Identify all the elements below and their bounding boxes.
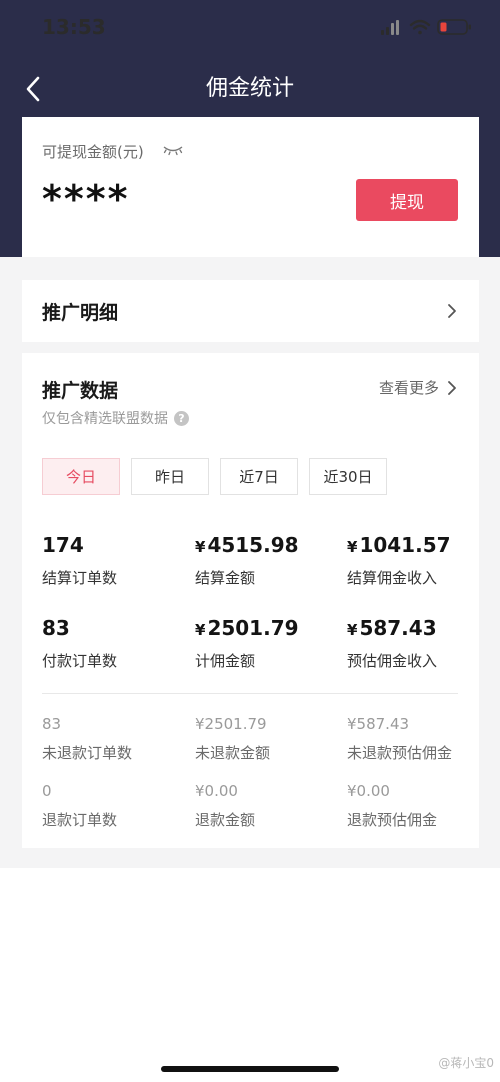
stat-settled-amount: ¥4515.98 结算金额 bbox=[195, 533, 299, 588]
stat-refunded-commission: ¥0.00 退款预估佣金 bbox=[347, 782, 437, 830]
promotion-detail-title: 推广明细 bbox=[42, 301, 119, 324]
stat-estimated-commission: ¥587.43 预估佣金收入 bbox=[347, 616, 437, 671]
eye-closed-icon[interactable] bbox=[163, 144, 183, 156]
battery-icon bbox=[437, 19, 471, 35]
stat-value: 0 bbox=[42, 782, 52, 800]
currency-symbol: ¥ bbox=[347, 621, 358, 639]
stat-value: 2501.79 bbox=[207, 616, 299, 640]
balance-amount: **** bbox=[42, 177, 130, 221]
stat-refunded-amount: ¥0.00 退款金额 bbox=[195, 782, 255, 830]
chevron-right-icon bbox=[448, 380, 456, 395]
stat-paid-orders: 83 付款订单数 bbox=[42, 616, 117, 671]
status-bar: 13:53 bbox=[0, 0, 500, 50]
stat-label: 未退款订单数 bbox=[42, 744, 133, 762]
stat-unrefunded-commission: ¥587.43 未退款预估佣金 bbox=[347, 715, 452, 763]
balance-card: 可提现金额(元) **** 提现 bbox=[22, 117, 479, 257]
view-more-link[interactable]: 查看更多 bbox=[379, 377, 457, 398]
stat-label: 退款订单数 bbox=[42, 811, 118, 829]
tab-today[interactable]: 今日 bbox=[42, 458, 120, 495]
watermark: @蒋小宝0 bbox=[438, 1056, 494, 1070]
stat-unrefunded-orders: 83 未退款订单数 bbox=[42, 715, 132, 763]
stat-label: 退款金额 bbox=[195, 811, 256, 829]
view-more-label: 查看更多 bbox=[378, 379, 439, 397]
currency-symbol: ¥ bbox=[195, 621, 206, 639]
tab-yesterday[interactable]: 昨日 bbox=[131, 458, 209, 495]
stat-label: 退款预估佣金 bbox=[347, 811, 438, 829]
stat-label: 未退款金额 bbox=[195, 744, 271, 762]
stat-value: ¥2501.79 bbox=[195, 715, 267, 733]
stat-label: 计佣金额 bbox=[195, 652, 256, 670]
stat-value: 83 bbox=[42, 616, 70, 640]
stat-settled-orders: 174 结算订单数 bbox=[42, 533, 117, 588]
data-subtitle-text: 仅包含精选联盟数据 bbox=[42, 411, 168, 427]
wifi-icon bbox=[409, 19, 431, 35]
stat-label: 付款订单数 bbox=[42, 652, 118, 670]
home-indicator[interactable] bbox=[161, 1066, 339, 1072]
stat-value: 83 bbox=[42, 715, 62, 733]
divider bbox=[42, 693, 458, 694]
stat-value: 1041.57 bbox=[359, 533, 451, 557]
status-time: 13:53 bbox=[42, 15, 106, 39]
status-icons bbox=[381, 19, 471, 35]
stat-value: 587.43 bbox=[359, 616, 437, 640]
page-title: 佣金统计 bbox=[205, 76, 294, 101]
help-icon[interactable]: ? bbox=[174, 410, 189, 426]
stat-label: 结算金额 bbox=[195, 569, 256, 587]
tab-7-days[interactable]: 近7日 bbox=[220, 458, 298, 495]
data-subtitle: 仅包含精选联盟数据 ? bbox=[42, 408, 189, 428]
stat-label: 未退款预估佣金 bbox=[347, 744, 453, 762]
cellular-signal-icon bbox=[381, 20, 399, 35]
tab-30-days[interactable]: 近30日 bbox=[309, 458, 387, 495]
date-range-tabs: 今日 昨日 近7日 近30日 bbox=[42, 458, 387, 495]
withdraw-button[interactable]: 提现 bbox=[356, 179, 458, 221]
stat-value: 174 bbox=[42, 533, 84, 557]
promotion-data-card: 推广数据 查看更多 仅包含精选联盟数据 ? 今日 昨日 近7日 近30日 174… bbox=[22, 353, 479, 848]
promotion-data-title: 推广数据 bbox=[42, 380, 119, 402]
stat-unrefunded-amount: ¥2501.79 未退款金额 bbox=[195, 715, 270, 763]
stat-value: ¥587.43 bbox=[347, 715, 410, 733]
stat-label: 预估佣金收入 bbox=[347, 652, 438, 670]
stat-value: ¥0.00 bbox=[347, 782, 390, 800]
balance-label: 可提现金额(元) bbox=[42, 143, 144, 161]
currency-symbol: ¥ bbox=[195, 538, 206, 556]
stat-refunded-orders: 0 退款订单数 bbox=[42, 782, 117, 830]
currency-symbol: ¥ bbox=[347, 538, 358, 556]
stat-commissionable-amount: ¥2501.79 计佣金额 bbox=[195, 616, 299, 671]
stat-value: ¥0.00 bbox=[195, 782, 238, 800]
stat-label: 结算订单数 bbox=[42, 569, 118, 587]
stat-settled-commission: ¥1041.57 结算佣金收入 bbox=[347, 533, 451, 588]
stat-value: 4515.98 bbox=[207, 533, 299, 557]
chevron-right-icon bbox=[448, 304, 456, 318]
promotion-detail-row[interactable]: 推广明细 bbox=[22, 280, 479, 342]
stat-label: 结算佣金收入 bbox=[347, 569, 438, 587]
